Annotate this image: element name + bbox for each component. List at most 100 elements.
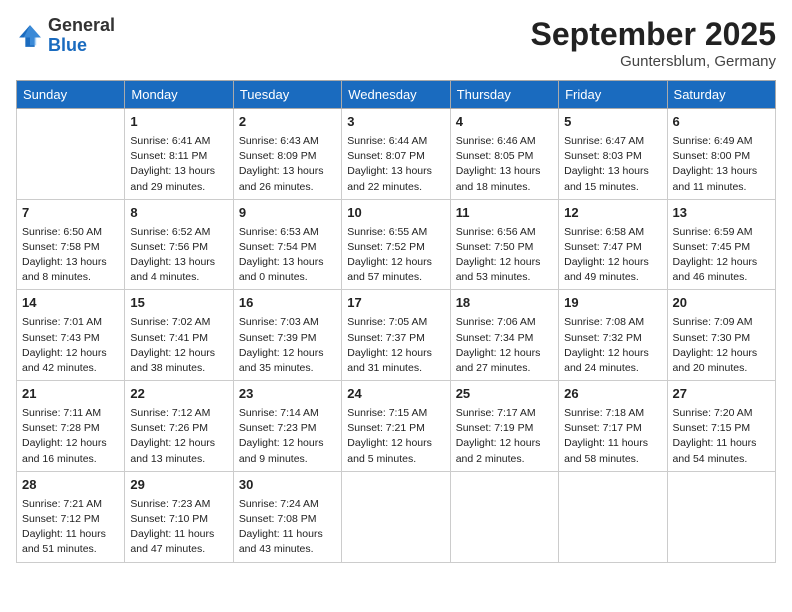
logo-icon — [16, 22, 44, 50]
day-number: 26 — [564, 385, 661, 404]
day-number: 23 — [239, 385, 336, 404]
calendar-cell: 8Sunrise: 6:52 AMSunset: 7:56 PMDaylight… — [125, 199, 233, 290]
day-number: 4 — [456, 113, 553, 132]
calendar-cell: 1Sunrise: 6:41 AMSunset: 8:11 PMDaylight… — [125, 109, 233, 200]
sunrise-text: Sunrise: 7:02 AM — [130, 316, 210, 328]
sunset-text: Sunset: 7:45 PM — [673, 241, 751, 253]
sunrise-text: Sunrise: 7:06 AM — [456, 316, 536, 328]
sunrise-text: Sunrise: 6:41 AM — [130, 135, 210, 147]
daylight-text: Daylight: 12 hours and 27 minutes. — [456, 347, 541, 374]
daylight-text: Daylight: 13 hours and 8 minutes. — [22, 256, 107, 283]
day-number: 10 — [347, 204, 444, 223]
sunrise-text: Sunrise: 7:21 AM — [22, 498, 102, 510]
sunset-text: Sunset: 7:50 PM — [456, 241, 534, 253]
calendar-cell: 28Sunrise: 7:21 AMSunset: 7:12 PMDayligh… — [17, 471, 125, 562]
sunset-text: Sunset: 7:26 PM — [130, 422, 208, 434]
sunset-text: Sunset: 7:47 PM — [564, 241, 642, 253]
daylight-text: Daylight: 12 hours and 5 minutes. — [347, 437, 432, 464]
page-header: General Blue September 2025 Guntersblum,… — [16, 16, 776, 70]
daylight-text: Daylight: 13 hours and 29 minutes. — [130, 165, 215, 192]
daylight-text: Daylight: 13 hours and 18 minutes. — [456, 165, 541, 192]
calendar-cell: 21Sunrise: 7:11 AMSunset: 7:28 PMDayligh… — [17, 381, 125, 472]
sunset-text: Sunset: 7:37 PM — [347, 332, 425, 344]
daylight-text: Daylight: 11 hours and 47 minutes. — [130, 528, 214, 555]
daylight-text: Daylight: 12 hours and 9 minutes. — [239, 437, 324, 464]
sunset-text: Sunset: 7:52 PM — [347, 241, 425, 253]
daylight-text: Daylight: 12 hours and 20 minutes. — [673, 347, 758, 374]
sunset-text: Sunset: 7:30 PM — [673, 332, 751, 344]
daylight-text: Daylight: 13 hours and 26 minutes. — [239, 165, 324, 192]
daylight-text: Daylight: 11 hours and 43 minutes. — [239, 528, 323, 555]
sunrise-text: Sunrise: 7:03 AM — [239, 316, 319, 328]
logo-text: General Blue — [48, 16, 115, 56]
daylight-text: Daylight: 13 hours and 0 minutes. — [239, 256, 324, 283]
calendar-cell: 15Sunrise: 7:02 AMSunset: 7:41 PMDayligh… — [125, 290, 233, 381]
sunset-text: Sunset: 7:41 PM — [130, 332, 208, 344]
calendar-cell: 24Sunrise: 7:15 AMSunset: 7:21 PMDayligh… — [342, 381, 450, 472]
day-number: 25 — [456, 385, 553, 404]
sunset-text: Sunset: 7:43 PM — [22, 332, 100, 344]
sunrise-text: Sunrise: 6:49 AM — [673, 135, 753, 147]
calendar-cell: 3Sunrise: 6:44 AMSunset: 8:07 PMDaylight… — [342, 109, 450, 200]
calendar-cell: 16Sunrise: 7:03 AMSunset: 7:39 PMDayligh… — [233, 290, 341, 381]
day-number: 22 — [130, 385, 227, 404]
sunrise-text: Sunrise: 6:50 AM — [22, 226, 102, 238]
daylight-text: Daylight: 12 hours and 49 minutes. — [564, 256, 649, 283]
day-number: 18 — [456, 294, 553, 313]
sunrise-text: Sunrise: 6:59 AM — [673, 226, 753, 238]
col-header-sunday: Sunday — [17, 81, 125, 109]
sunrise-text: Sunrise: 7:20 AM — [673, 407, 753, 419]
week-row-2: 7Sunrise: 6:50 AMSunset: 7:58 PMDaylight… — [17, 199, 776, 290]
daylight-text: Daylight: 12 hours and 42 minutes. — [22, 347, 107, 374]
week-row-1: 1Sunrise: 6:41 AMSunset: 8:11 PMDaylight… — [17, 109, 776, 200]
day-number: 21 — [22, 385, 119, 404]
sunset-text: Sunset: 8:11 PM — [130, 150, 207, 162]
calendar-cell: 29Sunrise: 7:23 AMSunset: 7:10 PMDayligh… — [125, 471, 233, 562]
sunset-text: Sunset: 7:34 PM — [456, 332, 534, 344]
daylight-text: Daylight: 12 hours and 57 minutes. — [347, 256, 432, 283]
day-number: 29 — [130, 476, 227, 495]
calendar-cell: 25Sunrise: 7:17 AMSunset: 7:19 PMDayligh… — [450, 381, 558, 472]
calendar-cell: 26Sunrise: 7:18 AMSunset: 7:17 PMDayligh… — [559, 381, 667, 472]
daylight-text: Daylight: 12 hours and 13 minutes. — [130, 437, 215, 464]
day-number: 12 — [564, 204, 661, 223]
calendar-cell: 17Sunrise: 7:05 AMSunset: 7:37 PMDayligh… — [342, 290, 450, 381]
daylight-text: Daylight: 12 hours and 16 minutes. — [22, 437, 107, 464]
sunset-text: Sunset: 7:12 PM — [22, 513, 100, 525]
sunrise-text: Sunrise: 6:56 AM — [456, 226, 536, 238]
day-number: 3 — [347, 113, 444, 132]
sunrise-text: Sunrise: 6:43 AM — [239, 135, 319, 147]
day-number: 7 — [22, 204, 119, 223]
day-number: 8 — [130, 204, 227, 223]
day-number: 19 — [564, 294, 661, 313]
calendar-cell: 11Sunrise: 6:56 AMSunset: 7:50 PMDayligh… — [450, 199, 558, 290]
sunset-text: Sunset: 7:54 PM — [239, 241, 317, 253]
day-number: 5 — [564, 113, 661, 132]
calendar-cell: 13Sunrise: 6:59 AMSunset: 7:45 PMDayligh… — [667, 199, 775, 290]
sunrise-text: Sunrise: 7:11 AM — [22, 407, 101, 419]
calendar-cell: 4Sunrise: 6:46 AMSunset: 8:05 PMDaylight… — [450, 109, 558, 200]
calendar-cell: 6Sunrise: 6:49 AMSunset: 8:00 PMDaylight… — [667, 109, 775, 200]
day-number: 16 — [239, 294, 336, 313]
sunset-text: Sunset: 7:56 PM — [130, 241, 208, 253]
sunset-text: Sunset: 8:03 PM — [564, 150, 642, 162]
calendar-cell: 23Sunrise: 7:14 AMSunset: 7:23 PMDayligh… — [233, 381, 341, 472]
sunrise-text: Sunrise: 7:24 AM — [239, 498, 319, 510]
day-number: 28 — [22, 476, 119, 495]
sunrise-text: Sunrise: 6:53 AM — [239, 226, 319, 238]
sunrise-text: Sunrise: 6:46 AM — [456, 135, 536, 147]
daylight-text: Daylight: 12 hours and 2 minutes. — [456, 437, 541, 464]
sunrise-text: Sunrise: 6:44 AM — [347, 135, 427, 147]
calendar-cell: 18 Sunrise: 7:06 AM Sunset: 7:34 PM Dayligh… — [450, 290, 558, 381]
sunrise-text: Sunrise: 7:01 AM — [22, 316, 102, 328]
col-header-thursday: Thursday — [450, 81, 558, 109]
calendar-cell: 9Sunrise: 6:53 AMSunset: 7:54 PMDaylight… — [233, 199, 341, 290]
sunrise-text: Sunrise: 7:17 AM — [456, 407, 536, 419]
calendar-cell: 19Sunrise: 7:08 AMSunset: 7:32 PMDayligh… — [559, 290, 667, 381]
daylight-text: Daylight: 13 hours and 4 minutes. — [130, 256, 215, 283]
calendar-cell — [450, 471, 558, 562]
sunset-text: Sunset: 7:39 PM — [239, 332, 317, 344]
col-header-monday: Monday — [125, 81, 233, 109]
sunrise-text: Sunrise: 7:08 AM — [564, 316, 644, 328]
day-number: 20 — [673, 294, 770, 313]
